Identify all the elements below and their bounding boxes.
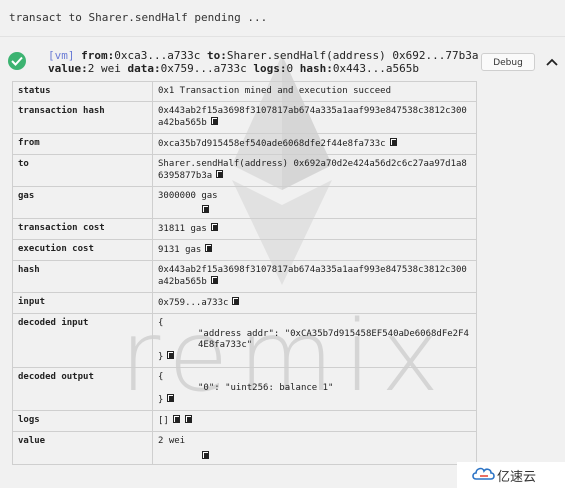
- row-cell-execution-cost: 9131 gas: [152, 239, 477, 261]
- row-key-execution-cost: execution cost: [12, 239, 153, 261]
- row-key-transaction-cost: transaction cost: [12, 218, 153, 240]
- copy-icon[interactable]: [202, 451, 210, 460]
- row-cell-transaction-cost: 31811 gas: [152, 218, 477, 240]
- from-label: from:: [81, 49, 115, 62]
- json-close-line: }: [158, 351, 472, 363]
- hash-label: hash:: [299, 62, 333, 75]
- table-row: from 0xca35b7d915458ef540ade6068dfe2f44e…: [12, 133, 477, 155]
- json-open-brace: {: [158, 318, 164, 328]
- logs-value: 0: [286, 62, 294, 75]
- row-cell-input: 0x759...a733c: [152, 292, 477, 314]
- value-label: value:: [48, 62, 88, 75]
- json-close-brace: }: [158, 395, 164, 405]
- row-value-to: Sharer.sendHalf(address) 0x692a70d2e424a…: [158, 159, 467, 181]
- table-row: decoded input { "address addr": "0xCA35b…: [12, 313, 477, 368]
- logs-label: logs:: [253, 62, 287, 75]
- brand-text: 亿速云: [497, 470, 537, 485]
- row-key-decoded-input: decoded input: [12, 313, 153, 368]
- copy-icon[interactable]: [232, 297, 240, 306]
- row-cell-hash: 0x443ab2f15a3698f3107817ab674a335a1aaf99…: [152, 260, 477, 293]
- from-value: 0xca3...a733c: [114, 49, 201, 62]
- table-row: hash 0x443ab2f15a3698f3107817ab674a335a1…: [12, 260, 477, 293]
- row-key-gas: gas: [12, 186, 153, 219]
- table-row: gas 3000000 gas: [12, 186, 477, 219]
- row-value-status: 0x1 Transaction mined and execution succ…: [152, 81, 477, 102]
- row-value-hash: 0x443ab2f15a3698f3107817ab674a335a1aaf99…: [158, 265, 467, 287]
- row-value-from: 0xca35b7d915458ef540ade6068dfe2f44e8fa73…: [158, 139, 386, 149]
- table-row: decoded output { "0": "uint256: balance …: [12, 367, 477, 411]
- to-value: Sharer.sendHalf(address) 0x692...77b3a: [226, 49, 479, 62]
- row-key-transaction-hash: transaction hash: [12, 101, 153, 134]
- copy-icon[interactable]: [167, 351, 175, 360]
- row-cell-value: 2 wei: [152, 431, 477, 465]
- row-key-input: input: [12, 292, 153, 314]
- table-row: value 2 wei: [12, 431, 477, 465]
- json-close-brace: }: [158, 352, 164, 362]
- table-row: to Sharer.sendHalf(address) 0x692a70d2e4…: [12, 154, 477, 187]
- row-cell-gas: 3000000 gas: [152, 186, 477, 219]
- decoded-input-line: "address addr": "0xCA35b7d915458EF540aDe…: [198, 329, 469, 350]
- row-value-value: 2 wei: [158, 436, 186, 446]
- copy-icon[interactable]: [184, 415, 193, 424]
- pending-message: transact to Sharer.sendHalf pending ...: [0, 0, 565, 37]
- copy-icon[interactable]: [202, 205, 210, 214]
- row-cell-transaction-hash: 0x443ab2f15a3698f3107817ab674a335a1aaf99…: [152, 101, 477, 134]
- transaction-details-table: status 0x1 Transaction mined and executi…: [12, 81, 477, 465]
- row-value-input: 0x759...a733c: [158, 298, 229, 308]
- data-value: 0x759...a733c: [160, 62, 247, 75]
- row-key-to: to: [12, 154, 153, 187]
- copy-icon[interactable]: [210, 276, 219, 285]
- row-cell-to: Sharer.sendHalf(address) 0x692a70d2e424a…: [152, 154, 477, 187]
- row-value-transaction-cost: 31811 gas: [158, 224, 207, 234]
- hash-value: 0x443...a565b: [332, 62, 419, 75]
- row-value-execution-cost: 9131 gas: [158, 245, 202, 255]
- copy-icon[interactable]: [216, 170, 224, 179]
- to-label: to:: [206, 49, 227, 62]
- copy-icon[interactable]: [167, 394, 175, 403]
- copy-icon[interactable]: [389, 138, 398, 147]
- row-key-hash: hash: [12, 260, 153, 293]
- decoded-output-line: "0": "uint256: balance 1": [198, 383, 334, 393]
- table-row: input 0x759...a733c: [12, 292, 477, 314]
- data-label: data:: [127, 62, 161, 75]
- row-value-gas: 3000000 gas: [158, 191, 218, 201]
- row-key-value: value: [12, 431, 153, 465]
- value-value: 2 wei: [87, 62, 121, 75]
- table-row: transaction cost 31811 gas: [12, 218, 477, 240]
- row-value-transaction-hash: 0x443ab2f15a3698f3107817ab674a335a1aaf99…: [158, 106, 467, 128]
- row-cell-logs: []: [152, 410, 477, 432]
- table-row: status 0x1 Transaction mined and executi…: [12, 81, 477, 102]
- debug-button[interactable]: Debug: [481, 53, 535, 71]
- table-row: logs []: [12, 410, 477, 432]
- json-open-brace: {: [158, 372, 164, 382]
- row-key-from: from: [12, 133, 153, 155]
- row-cell-decoded-output: { "0": "uint256: balance 1" }: [152, 367, 477, 411]
- row-cell-from: 0xca35b7d915458ef540ade6068dfe2f44e8fa73…: [152, 133, 477, 155]
- row-key-decoded-output: decoded output: [12, 367, 153, 411]
- row-key-logs: logs: [12, 410, 153, 432]
- copy-icon[interactable]: [205, 244, 213, 253]
- copy-icon[interactable]: [172, 415, 181, 424]
- table-row: transaction hash 0x443ab2f15a3698f310781…: [12, 101, 477, 134]
- row-value-logs: []: [158, 416, 169, 426]
- row-cell-decoded-input: { "address addr": "0xCA35b7d915458EF540a…: [152, 313, 477, 368]
- cloud-logo-icon: [472, 467, 495, 480]
- copy-icon[interactable]: [210, 117, 219, 126]
- tx-summary-line1[interactable]: [vm] from:0xca3...a733c to:Sharer.sendHa…: [48, 49, 479, 62]
- row-key-status: status: [12, 81, 153, 102]
- chevron-up-icon[interactable]: [545, 56, 559, 68]
- success-check-icon: [8, 52, 26, 70]
- table-row: execution cost 9131 gas: [12, 239, 477, 261]
- vm-tag: [vm]: [48, 49, 75, 62]
- json-close-line: }: [158, 394, 472, 406]
- tx-summary-line2[interactable]: value:2 wei data:0x759...a733c logs:0 ha…: [48, 62, 419, 75]
- copy-icon[interactable]: [210, 223, 219, 232]
